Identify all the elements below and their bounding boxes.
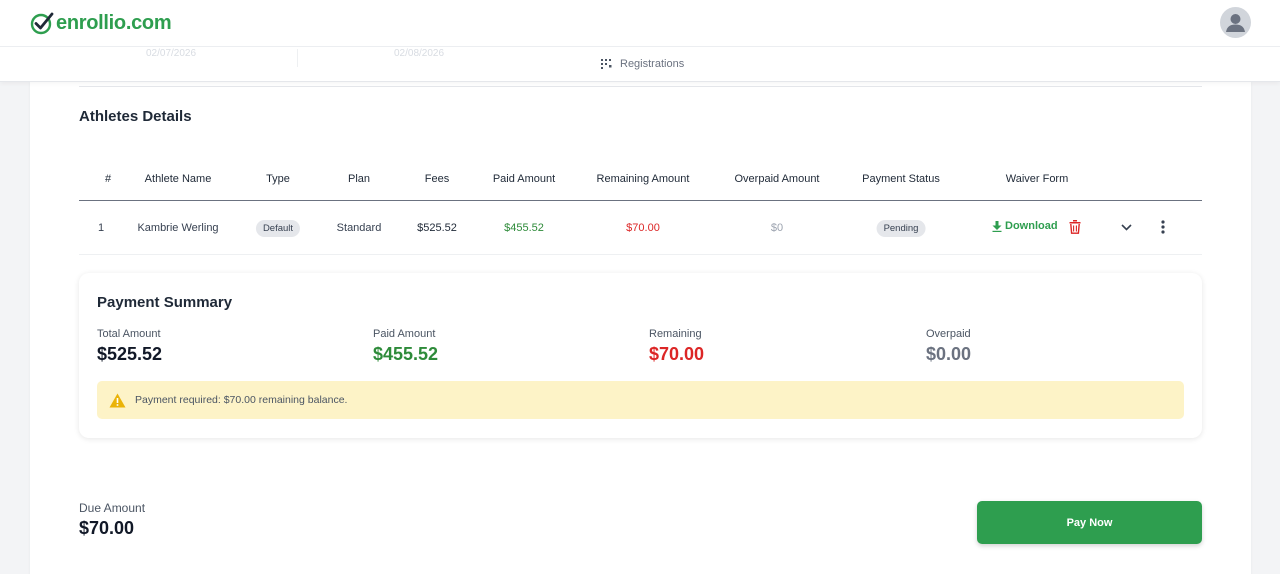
payment-status-badge: Pending — [876, 220, 926, 237]
column-header-type: Type — [266, 173, 290, 185]
paid-amount-value: $455.52 — [373, 344, 439, 364]
payment-summary-title: Payment Summary — [97, 294, 233, 311]
pay-now-button[interactable]: Pay Now — [977, 501, 1202, 544]
divider — [79, 86, 1202, 87]
alert-text: Payment required: $70.00 remaining balan… — [135, 394, 348, 406]
expand-row-button[interactable] — [1119, 220, 1133, 234]
person-icon — [1226, 14, 1245, 32]
overpaid-value: $0.00 — [926, 344, 972, 364]
paid-value: $455.52 — [504, 222, 544, 234]
chevron-down-icon — [1120, 223, 1132, 231]
column-header-waiver-form: Waiver Form — [1005, 173, 1069, 185]
more-options-button[interactable] — [1157, 219, 1169, 235]
sub-navigation: 02/07/2026 02/08/2026 Registrations — [0, 46, 1280, 82]
athlete-name: Kambrie Werling — [137, 222, 219, 234]
check-circle-icon — [30, 12, 54, 35]
overpaid-label: Overpaid — [926, 328, 971, 340]
registrations-link[interactable]: Registrations — [601, 58, 684, 70]
due-amount-label: Due Amount — [79, 501, 146, 515]
registration-card: Athletes Details # Athlete Name Type Pla… — [30, 82, 1251, 574]
column-header-paid-amount: Paid Amount — [492, 173, 556, 185]
athletes-details-title: Athletes Details — [79, 108, 192, 125]
ghost-date-end: 02/08/2026 — [394, 48, 445, 59]
logo[interactable]: enrollio.com — [30, 9, 172, 37]
column-header-fees: Fees — [424, 173, 450, 185]
column-header-remaining-amount: Remaining Amount — [596, 173, 690, 185]
row-index: 1 — [97, 222, 105, 234]
remaining-value: $70.00 — [626, 222, 660, 234]
delete-waiver-button[interactable] — [1068, 219, 1082, 234]
remaining-label: Remaining — [649, 328, 702, 340]
plan-value: Standard — [336, 222, 382, 234]
grid-dots-icon — [601, 58, 612, 69]
due-amount-value: $70.00 — [79, 518, 135, 538]
column-header-plan: Plan — [347, 173, 371, 185]
column-header-index: # — [104, 173, 112, 185]
registrations-label: Registrations — [620, 58, 685, 70]
logo-text: enrollio.com — [56, 11, 172, 34]
payment-required-alert: Payment required: $70.00 remaining balan… — [97, 381, 1184, 419]
total-amount-label: Total Amount — [97, 328, 161, 340]
table-header-divider — [79, 200, 1202, 201]
download-icon — [992, 220, 1002, 232]
download-waiver-button[interactable]: Download — [992, 220, 1058, 232]
overpaid-value: $0 — [770, 222, 784, 234]
top-bar: enrollio.com — [0, 0, 1280, 46]
more-vertical-icon — [1161, 220, 1165, 234]
download-label: Download — [1005, 220, 1058, 232]
divider — [297, 49, 298, 67]
fees-value: $525.52 — [417, 222, 457, 234]
column-header-payment-status: Payment Status — [862, 173, 940, 185]
warning-icon — [109, 393, 126, 407]
trash-icon — [1069, 219, 1081, 234]
type-badge: Default — [255, 220, 301, 237]
total-amount-value: $525.52 — [97, 344, 163, 364]
remaining-value: $70.00 — [649, 344, 705, 364]
user-avatar-icon[interactable] — [1220, 7, 1251, 38]
row-divider — [79, 254, 1202, 255]
column-header-athlete-name: Athlete Name — [144, 173, 212, 185]
ghost-date-start: 02/07/2026 — [146, 48, 197, 59]
payment-summary-card: Payment Summary Total Amount $525.52 Pai… — [79, 273, 1202, 438]
paid-amount-label: Paid Amount — [373, 328, 436, 340]
column-header-overpaid-amount: Overpaid Amount — [734, 173, 820, 185]
